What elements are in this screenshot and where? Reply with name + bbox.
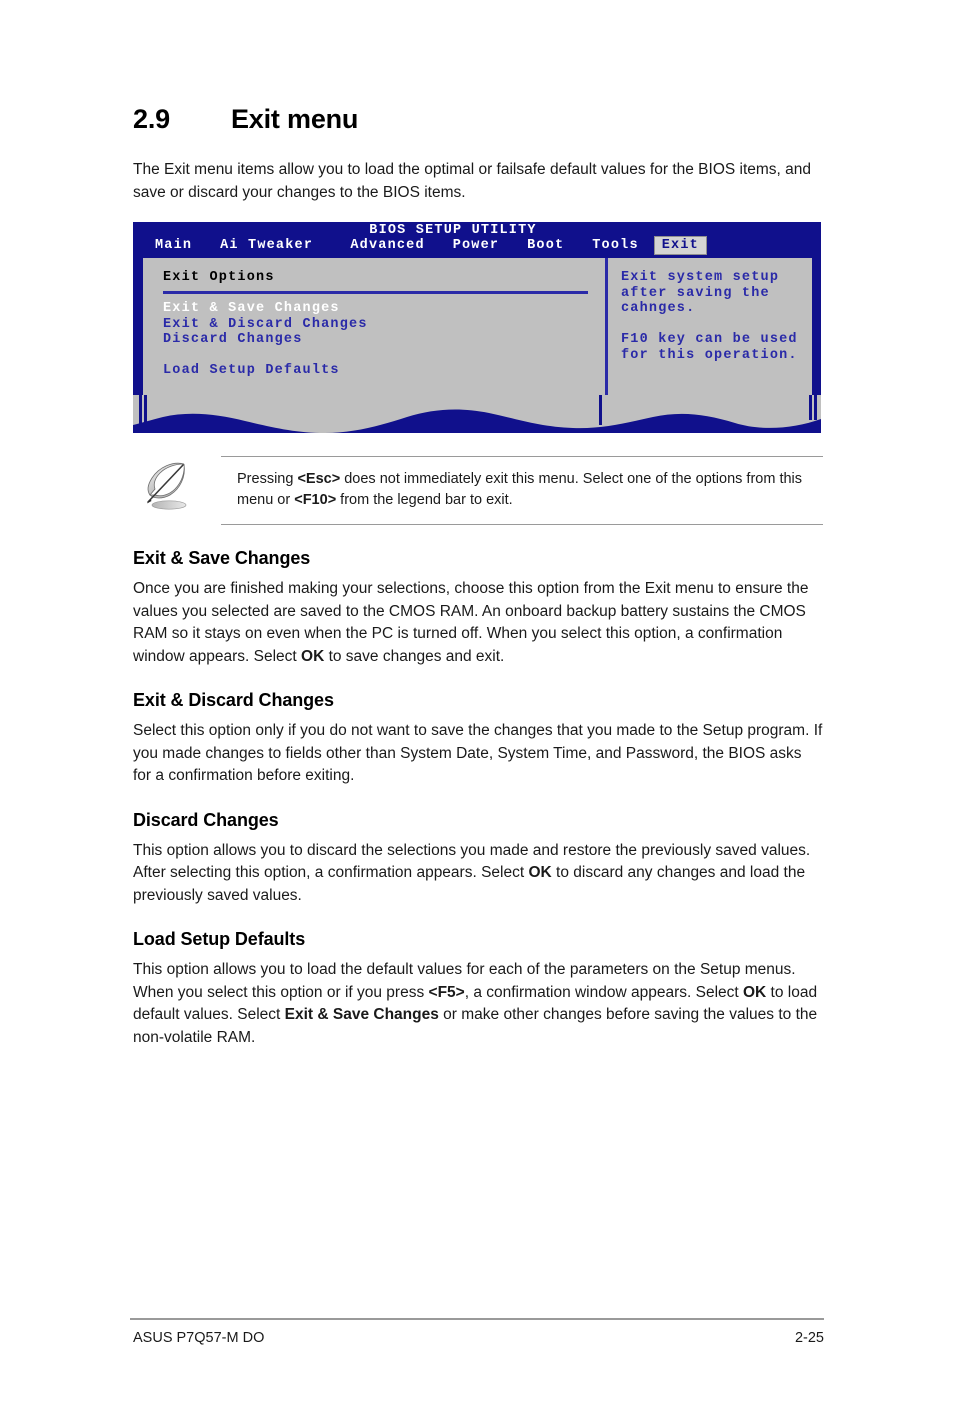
bios-tab-exit[interactable]: Exit — [654, 237, 706, 254]
bios-panel-heading: Exit Options — [163, 270, 275, 285]
footer-divider — [130, 1318, 824, 1320]
bios-menu-tabs: Main Ai Tweaker Advanced Power Boot Tool… — [155, 237, 706, 254]
subsection-paragraph-discard-changes: This option allows you to discard the se… — [133, 840, 823, 908]
para-bold-f5: <F5> — [428, 983, 465, 1001]
bios-utility-title: BIOS SETUP UTILITY — [369, 223, 537, 238]
section-title: Exit menu — [231, 104, 359, 134]
footer-page-number: 2-25 — [794, 1330, 824, 1346]
bios-panel-divider — [605, 258, 608, 396]
bios-title-bar: BIOS SETUP UTILITY Main Ai Tweaker Advan… — [133, 222, 821, 256]
bios-item-exit-discard-changes[interactable]: Exit & Discard Changes — [163, 317, 603, 333]
bios-heading-rule — [163, 291, 588, 294]
section-number: 2.9 — [133, 104, 170, 134]
bios-setup-utility: BIOS SETUP UTILITY Main Ai Tweaker Advan… — [133, 222, 821, 433]
para-bold-ok: OK — [528, 864, 552, 881]
note-text-part1: Pressing — [237, 471, 298, 487]
bios-tab-ai-tweaker[interactable]: Ai Tweaker — [220, 237, 313, 254]
footer-product-name: ASUS P7Q57-M DO — [133, 1330, 265, 1346]
bios-help-line-4: F10 key can be used — [621, 332, 798, 347]
tab-spacer — [192, 237, 220, 254]
quill-pen-icon — [147, 462, 187, 510]
subsection-paragraph-exit-save-changes: Once you are finished making your select… — [133, 578, 823, 668]
subsection-heading-discard-changes: Discard Changes — [133, 809, 279, 830]
bios-tab-advanced[interactable]: Advanced — [350, 237, 424, 254]
bios-help-panel: Exit system setup after saving the cahng… — [621, 258, 812, 396]
content-sections: Exit & Save Changes Once you are finishe… — [133, 548, 823, 1049]
bios-tab-main[interactable]: Main — [155, 237, 192, 254]
tab-spacer — [564, 237, 592, 254]
bios-item-exit-save-changes[interactable]: Exit & Save Changes — [163, 301, 603, 317]
tab-spacer — [425, 237, 453, 254]
note-key-esc: <Esc> — [297, 471, 341, 487]
note-callout: Pressing <Esc> does not immediately exit… — [133, 456, 823, 525]
para-bold-exit-save: Exit & Save Changes — [284, 1006, 439, 1023]
subsection-heading-exit-save-changes: Exit & Save Changes — [133, 548, 311, 568]
page-title: 2.9 Exit menu — [133, 104, 358, 135]
bios-item-discard-changes[interactable]: Discard Changes — [163, 332, 603, 348]
note-text: Pressing <Esc> does not immediately exit… — [221, 456, 823, 525]
para-bold-ok: OK — [743, 983, 767, 1001]
bios-screenshot-figure: BIOS SETUP UTILITY Main Ai Tweaker Advan… — [133, 222, 821, 433]
subsection-heading-exit-discard-changes: Exit & Discard Changes — [133, 690, 334, 710]
para-bold-ok: OK — [301, 647, 325, 665]
bios-tab-power[interactable]: Power — [453, 237, 500, 254]
para-post: to save changes and exit. — [324, 647, 505, 665]
note-text-part3: from the legend bar to exit. — [336, 492, 513, 508]
note-key-f10: <F10> — [294, 492, 337, 508]
bios-help-line-3: cahnges. — [621, 301, 696, 316]
bios-help-line-5: for this operation. — [621, 347, 798, 363]
para-pre: Select this option only if you do not wa… — [133, 722, 823, 784]
intro-paragraph: The Exit menu items allow you to load th… — [133, 161, 812, 201]
subsection-heading-load-setup-defaults: Load Setup Defaults — [133, 929, 306, 949]
bios-tab-tools[interactable]: Tools — [592, 237, 639, 254]
bios-options-panel: Exit Options Exit & Save Changes Exit & … — [143, 258, 603, 396]
tab-spacer — [313, 237, 350, 254]
manual-page: 2.9 Exit menu The Exit menu items allow … — [0, 0, 954, 1418]
bios-help-line-1: Exit system setup — [621, 270, 780, 285]
bios-item-load-setup-defaults[interactable]: Load Setup Defaults — [163, 363, 603, 379]
tab-spacer — [499, 237, 527, 254]
torn-paper-edge — [133, 395, 821, 433]
bios-help-line-2: after saving the — [621, 285, 770, 301]
para-post: , a confirmation window appears. Select — [464, 983, 743, 1001]
subsection-paragraph-load-setup-defaults: This option allows you to load the defau… — [133, 959, 823, 1049]
bios-content-area: Exit Options Exit & Save Changes Exit & … — [141, 256, 814, 396]
subsection-paragraph-exit-discard-changes: Select this option only if you do not wa… — [133, 720, 823, 788]
bios-tab-boot[interactable]: Boot — [527, 237, 564, 254]
